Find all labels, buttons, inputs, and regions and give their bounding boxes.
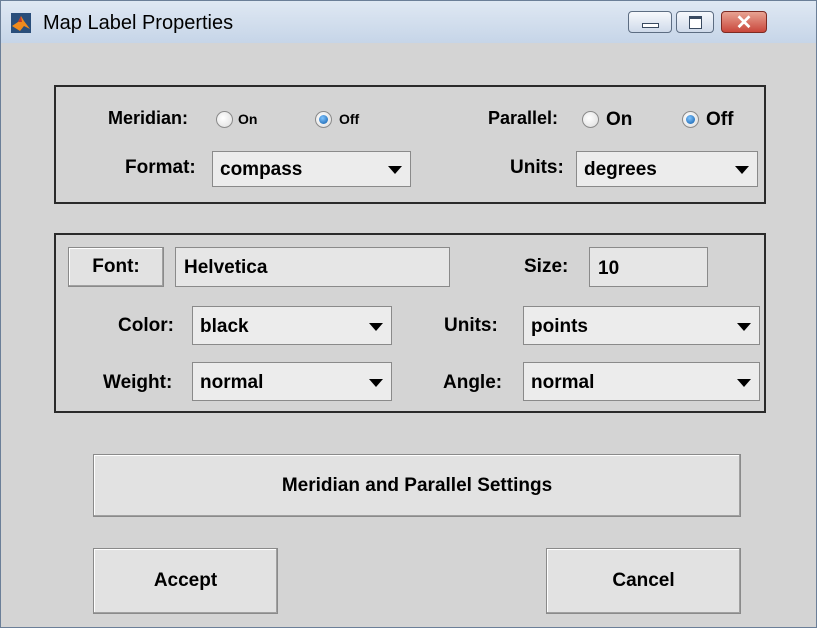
weight-dropdown[interactable]: normal [192,362,392,401]
map-label-properties-window: Map Label Properties ✕ Meridian: On Off … [0,0,817,628]
font-name-value: Helvetica [184,257,268,278]
color-dropdown[interactable]: black [192,306,392,345]
cancel-button[interactable]: Cancel [546,548,741,614]
font-button[interactable]: Font: [68,247,164,287]
maximize-button[interactable] [676,11,714,33]
font-units-label: Units: [444,315,498,336]
accept-button-label: Accept [153,570,218,591]
font-units-dropdown[interactable]: points [523,306,760,345]
close-icon: ✕ [735,12,753,34]
angle-value: normal [531,372,595,393]
parallel-off-label: Off [706,109,734,130]
units-label: Units: [510,157,564,178]
minimize-button[interactable] [628,11,672,33]
weight-value: normal [200,372,264,393]
chevron-down-icon [369,379,383,387]
units-value: degrees [584,159,657,180]
chevron-down-icon [388,166,402,174]
grid-labels-panel: Meridian: On Off Parallel: On Off Format… [54,85,766,204]
matlab-icon [11,13,31,33]
format-dropdown[interactable]: compass [212,151,411,187]
format-value: compass [220,159,303,180]
meridian-off-radio[interactable] [315,111,332,128]
maximize-icon [689,16,702,29]
color-value: black [200,316,249,337]
size-field[interactable]: 10 [589,247,708,287]
chevron-down-icon [737,379,751,387]
dialog-client-area: Meridian: On Off Parallel: On Off Format… [1,43,816,627]
font-units-value: points [531,316,588,337]
title-bar[interactable]: Map Label Properties ✕ [1,1,816,43]
meridian-on-radio[interactable] [216,111,233,128]
meridian-parallel-settings-button[interactable]: Meridian and Parallel Settings [93,454,741,517]
font-name-field[interactable]: Helvetica [175,247,450,287]
size-label: Size: [524,256,569,277]
window-title: Map Label Properties [43,12,234,34]
angle-dropdown[interactable]: normal [523,362,760,401]
chevron-down-icon [369,323,383,331]
font-settings-panel: Font: Helvetica Size: 10 Color: black Un… [54,233,766,413]
parallel-label: Parallel: [488,108,559,128]
chevron-down-icon [735,166,749,174]
accept-button[interactable]: Accept [93,548,278,614]
cancel-button-label: Cancel [612,570,675,591]
size-value: 10 [598,258,620,279]
format-label: Format: [125,157,196,178]
parallel-on-label: On [606,109,633,130]
meridian-off-label: Off [339,111,360,127]
settings-button-label: Meridian and Parallel Settings [281,474,553,496]
parallel-off-radio[interactable] [682,111,699,128]
units-dropdown[interactable]: degrees [576,151,758,187]
angle-label: Angle: [443,372,503,393]
chevron-down-icon [737,323,751,331]
parallel-on-radio[interactable] [582,111,599,128]
weight-label: Weight: [103,372,173,393]
minimize-icon [642,23,659,28]
meridian-on-label: On [238,111,258,127]
color-label: Color: [118,315,174,336]
font-button-label: Font: [92,256,140,277]
close-button[interactable]: ✕ [721,11,767,34]
meridian-label: Meridian: [108,108,189,128]
